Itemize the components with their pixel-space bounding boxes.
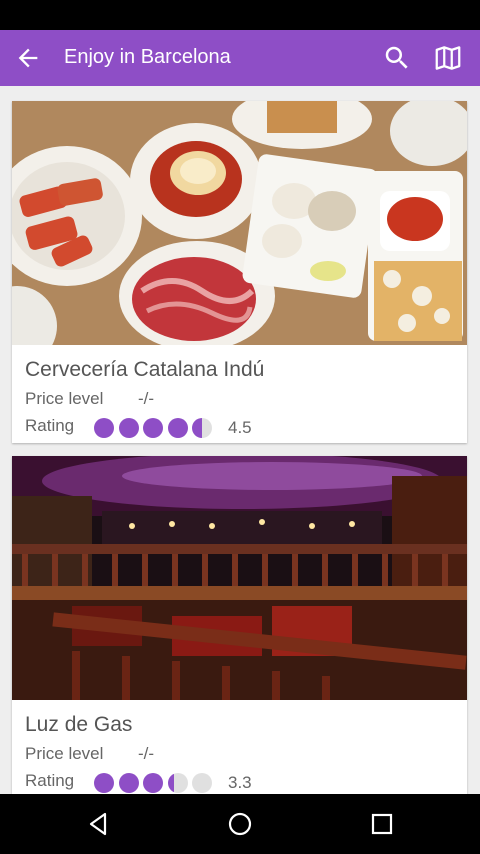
rating-dot [143, 773, 163, 793]
listing-card[interactable]: Luz de Gas Price level -/- Rating 3.3 [12, 456, 467, 794]
rating-dot [143, 418, 163, 438]
nav-recents-icon[interactable] [366, 808, 398, 840]
price-level-label: Price level [25, 389, 104, 408]
listing-card[interactable]: Cervecería Catalana Indú Price level -/-… [12, 101, 467, 443]
listing-name: Cervecería Catalana Indú [25, 358, 265, 381]
search-icon[interactable] [382, 43, 412, 73]
venue-interior-photo [12, 456, 467, 700]
rating-dot [192, 773, 212, 793]
rating-dot [118, 418, 139, 438]
rating-dot [94, 418, 114, 438]
status-bar [0, 0, 480, 30]
price-level-value: -/- [138, 389, 155, 408]
rating-value: 3.3 [228, 773, 252, 792]
price-level-value: -/- [138, 744, 155, 763]
price-level-label: Price level [25, 744, 104, 763]
rating-dots [94, 418, 217, 438]
listing-scroll[interactable]: Cervecería Catalana Indú Price level -/-… [0, 86, 480, 794]
rating-label: Rating [25, 771, 75, 790]
nav-back-icon[interactable] [82, 808, 114, 840]
rating-dot [94, 773, 114, 793]
arrow-back-icon[interactable] [14, 44, 42, 72]
listing-name: Luz de Gas [25, 713, 133, 736]
map-icon[interactable] [432, 43, 464, 73]
system-nav-bar [0, 794, 480, 854]
rating-dot [167, 418, 188, 438]
rating-label: Rating [25, 416, 75, 435]
rating-dot [167, 773, 188, 793]
page-title: Enjoy in Barcelona [64, 46, 231, 68]
rating-value: 4.5 [228, 418, 252, 437]
rating-dots [94, 773, 217, 793]
rating-dot [192, 418, 212, 438]
nav-home-icon[interactable] [224, 808, 256, 840]
tapas-food-photo [12, 101, 467, 345]
app-bar: Enjoy in Barcelona [0, 30, 480, 86]
rating-dot [118, 773, 139, 793]
